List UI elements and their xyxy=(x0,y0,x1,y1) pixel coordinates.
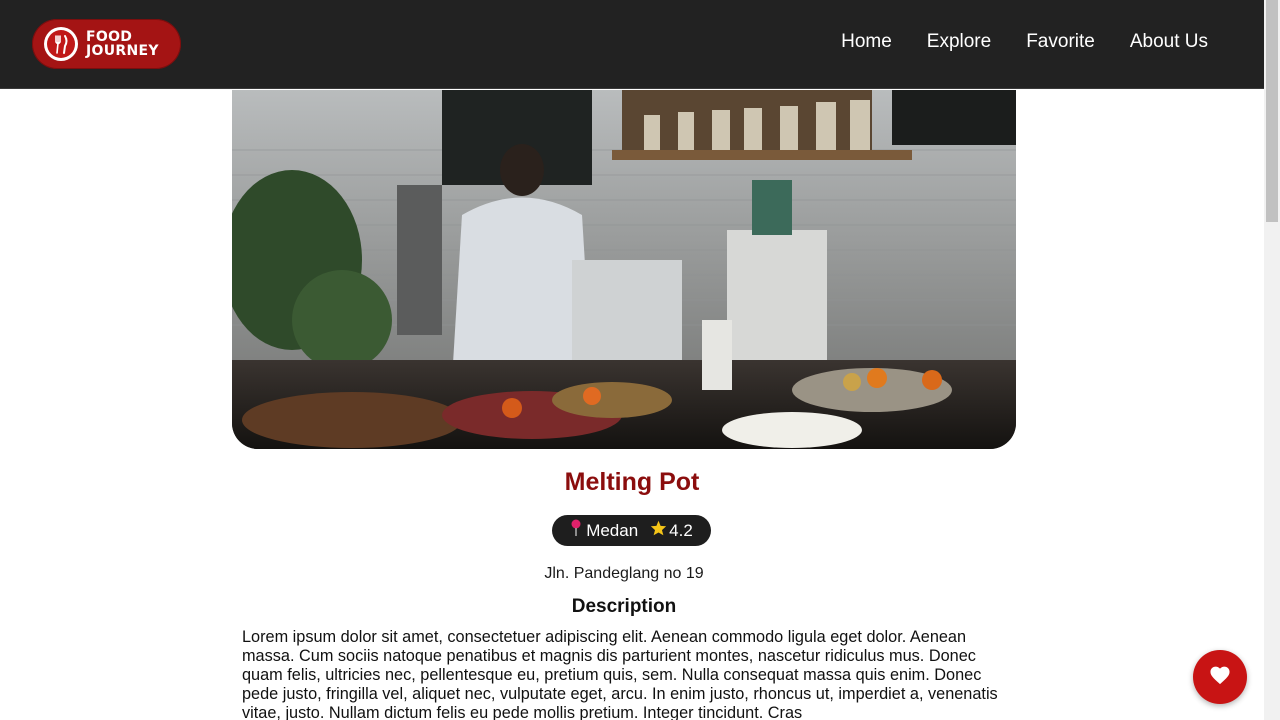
location-rating-badge: Medan 4.2 xyxy=(552,515,711,546)
restaurant-rating: 4.2 xyxy=(669,520,693,540)
heart-icon xyxy=(1209,665,1231,690)
scrollbar-thumb[interactable] xyxy=(1266,0,1278,222)
restaurant-address: Jln. Pandeglang no 19 xyxy=(544,565,704,582)
restaurant-name: Melting Pot xyxy=(564,468,700,496)
fork-knife-icon xyxy=(44,27,78,61)
brand-name: FOOD JOURNEY xyxy=(86,30,159,58)
restaurant-city: Medan xyxy=(586,520,639,540)
nav-favorite[interactable]: Favorite xyxy=(1026,30,1095,54)
main-nav: Home Explore Favorite About Us xyxy=(806,30,1208,54)
page-scrollbar[interactable] xyxy=(1264,0,1280,720)
nav-about-us[interactable]: About Us xyxy=(1130,30,1208,54)
brand-line-2: JOURNEY xyxy=(86,43,159,59)
brand-line-1: FOOD xyxy=(86,29,133,45)
restaurant-hero-image xyxy=(232,90,1016,449)
nav-explore[interactable]: Explore xyxy=(927,30,991,54)
app-header: FOOD JOURNEY Home Explore Favorite About… xyxy=(0,0,1264,89)
brand-logo[interactable]: FOOD JOURNEY xyxy=(32,19,181,69)
description-heading: Description xyxy=(571,596,677,617)
restaurant-description: Lorem ipsum dolor sit amet, consectetuer… xyxy=(242,628,998,720)
favorite-button[interactable] xyxy=(1193,650,1247,704)
nav-home[interactable]: Home xyxy=(841,30,892,54)
pin-icon xyxy=(570,519,582,542)
star-icon xyxy=(650,520,667,541)
